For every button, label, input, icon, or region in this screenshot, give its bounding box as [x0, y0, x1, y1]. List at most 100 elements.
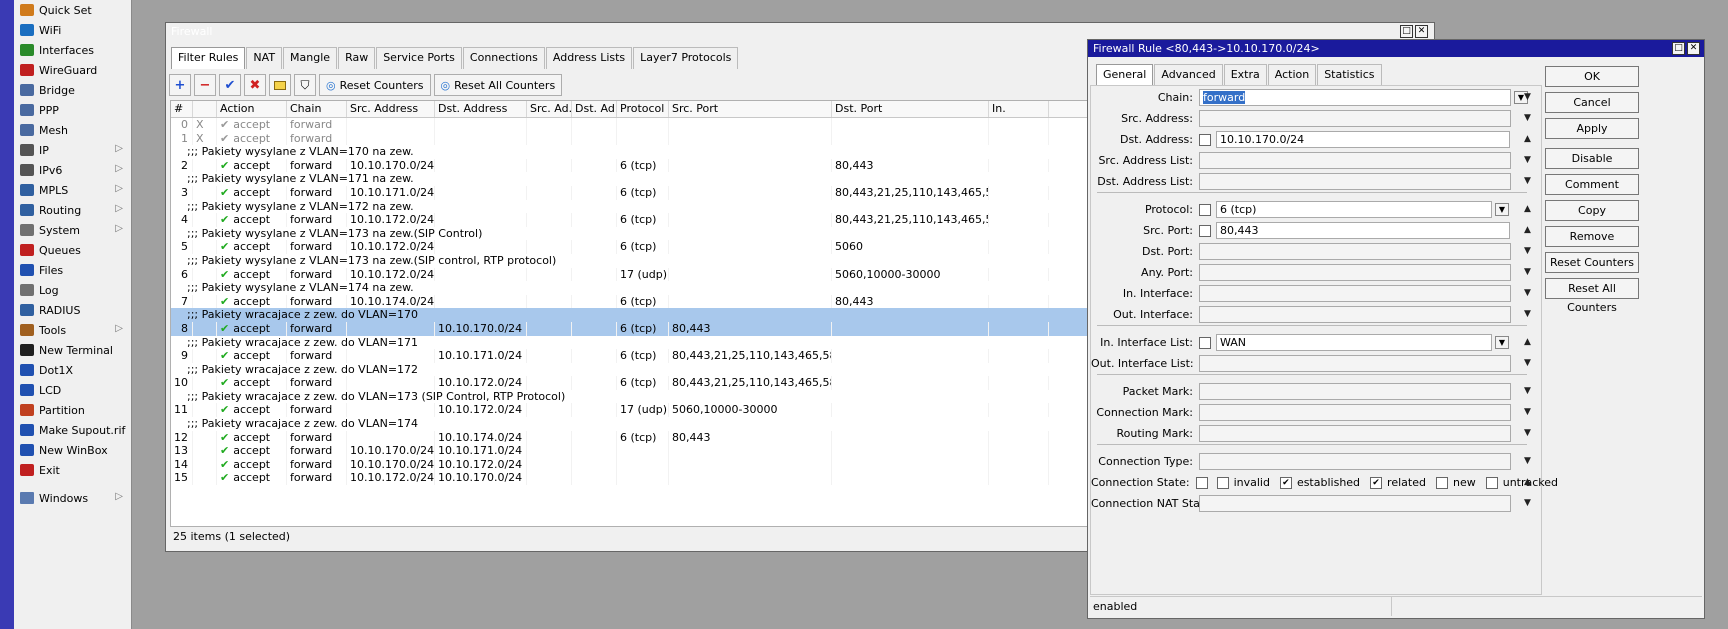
- column-header[interactable]: Src. Ad...: [527, 101, 572, 117]
- filter-button[interactable]: ⛉: [294, 74, 316, 96]
- src-address-field[interactable]: [1199, 110, 1511, 127]
- any-port-field[interactable]: [1199, 264, 1511, 281]
- expand-arrow-icon[interactable]: ▼: [1524, 288, 1531, 298]
- collapse-arrow-icon[interactable]: ▲: [1524, 337, 1531, 347]
- tab-address-lists[interactable]: Address Lists: [545, 47, 633, 69]
- expand-arrow-icon[interactable]: ▼: [1524, 267, 1531, 277]
- negate-dst-address-checkbox[interactable]: [1199, 133, 1211, 146]
- menu-item-mesh[interactable]: Mesh: [14, 120, 131, 140]
- menu-item-tools[interactable]: Tools ▷: [14, 320, 131, 340]
- enable-button[interactable]: ✔: [219, 74, 241, 96]
- rule-tab-action[interactable]: Action: [1267, 64, 1317, 86]
- negate-in-interface-list-checkbox[interactable]: [1199, 336, 1211, 349]
- expand-arrow-icon[interactable]: ▼: [1524, 456, 1531, 466]
- tab-connections[interactable]: Connections: [462, 47, 545, 69]
- column-header[interactable]: Src. Address: [347, 101, 435, 117]
- column-header[interactable]: [193, 101, 217, 117]
- tab-mangle[interactable]: Mangle: [283, 47, 338, 69]
- in-interface-list-field[interactable]: WAN: [1216, 334, 1492, 351]
- column-header[interactable]: Dst. Port: [832, 101, 989, 117]
- comment-button[interactable]: [269, 74, 291, 96]
- disable-button[interactable]: Disable: [1545, 148, 1639, 169]
- reset-all-counters-button[interactable]: Reset All Counters: [1545, 278, 1639, 314]
- menu-item-ipv6[interactable]: IPv6 ▷: [14, 160, 131, 180]
- in-interface-list-dropdown-icon[interactable]: ▼: [1495, 336, 1509, 349]
- disable-button[interactable]: ✖: [244, 74, 266, 96]
- rule-tab-general[interactable]: General: [1096, 64, 1154, 86]
- tab-layer7-protocols[interactable]: Layer7 Protocols: [633, 47, 739, 69]
- column-header[interactable]: In.: [989, 101, 1049, 117]
- menu-item-files[interactable]: Files: [14, 260, 131, 280]
- tab-raw[interactable]: Raw: [338, 47, 376, 69]
- expand-arrow-icon[interactable]: ▼: [1524, 386, 1531, 396]
- rule-maximize-button[interactable]: □: [1672, 42, 1685, 55]
- expand-arrow-icon[interactable]: ▼: [1524, 113, 1531, 123]
- close-button[interactable]: ✕: [1415, 25, 1428, 38]
- column-header[interactable]: Src. Port: [669, 101, 832, 117]
- comment-button[interactable]: Comment: [1545, 174, 1639, 195]
- reset-counters-button[interactable]: ◎ Reset Counters: [319, 74, 431, 96]
- maximize-button[interactable]: □: [1400, 25, 1413, 38]
- expand-arrow-icon[interactable]: ▼: [1524, 92, 1531, 102]
- menu-item-routing[interactable]: Routing ▷: [14, 200, 131, 220]
- routing-mark-field[interactable]: [1199, 425, 1511, 442]
- negate-checkbox[interactable]: [1195, 476, 1208, 489]
- negate-src-port-checkbox[interactable]: [1199, 224, 1211, 237]
- copy-button[interactable]: Copy: [1545, 200, 1639, 221]
- column-header[interactable]: Dst. Address: [435, 101, 527, 117]
- src-port-field[interactable]: 80,443: [1216, 222, 1510, 239]
- menu-item-bridge[interactable]: Bridge: [14, 80, 131, 100]
- menu-item-new-terminal[interactable]: New Terminal: [14, 340, 131, 360]
- negate-protocol-checkbox[interactable]: [1199, 203, 1211, 216]
- menu-item-lcd[interactable]: LCD: [14, 380, 131, 400]
- remove-button[interactable]: −: [194, 74, 216, 96]
- menu-item-mpls[interactable]: MPLS ▷: [14, 180, 131, 200]
- collapse-arrow-icon[interactable]: ▲: [1524, 225, 1531, 235]
- column-header[interactable]: Chain: [287, 101, 347, 117]
- expand-arrow-icon[interactable]: ▼: [1524, 358, 1531, 368]
- tab-filter-rules[interactable]: Filter Rules: [171, 47, 246, 69]
- protocol-dropdown-icon[interactable]: ▼: [1495, 203, 1509, 216]
- chain-field[interactable]: forward: [1199, 89, 1511, 106]
- menu-item-partition[interactable]: Partition: [14, 400, 131, 420]
- out-interface-list-field[interactable]: [1199, 355, 1511, 372]
- reset-counters-button[interactable]: Reset Counters: [1545, 252, 1639, 273]
- menu-item-log[interactable]: Log: [14, 280, 131, 300]
- apply-button[interactable]: Apply: [1545, 118, 1639, 139]
- menu-item-dot1x[interactable]: Dot1X: [14, 360, 131, 380]
- add-button[interactable]: +: [169, 74, 191, 96]
- rule-close-button[interactable]: ✕: [1687, 42, 1700, 55]
- ok-button[interactable]: OK: [1545, 66, 1639, 87]
- column-header[interactable]: #: [171, 101, 193, 117]
- menu-item-quick-set[interactable]: Quick Set: [14, 0, 131, 20]
- menu-item-system[interactable]: System ▷: [14, 220, 131, 240]
- menu-item-ppp[interactable]: PPP: [14, 100, 131, 120]
- menu-item-wifi[interactable]: WiFi: [14, 20, 131, 40]
- src-address-list-field[interactable]: [1199, 152, 1511, 169]
- connection-mark-field[interactable]: [1199, 404, 1511, 421]
- column-header[interactable]: Protocol: [617, 101, 669, 117]
- menu-item-exit[interactable]: Exit: [14, 460, 131, 480]
- dst-address-list-field[interactable]: [1199, 173, 1511, 190]
- menu-item-make-supout-rif[interactable]: Make Supout.rif: [14, 420, 131, 440]
- expand-arrow-icon[interactable]: ▼: [1524, 407, 1531, 417]
- state-established-checkbox[interactable]: ✔: [1279, 476, 1292, 489]
- connection-type-field[interactable]: [1199, 453, 1511, 470]
- menu-item-queues[interactable]: Queues: [14, 240, 131, 260]
- dst-port-field[interactable]: [1199, 243, 1511, 260]
- menu-item-new-winbox[interactable]: New WinBox: [14, 440, 131, 460]
- menu-item-windows[interactable]: Windows ▷: [14, 488, 131, 508]
- menu-item-interfaces[interactable]: Interfaces: [14, 40, 131, 60]
- in-interface-field[interactable]: [1199, 285, 1511, 302]
- rule-tab-advanced[interactable]: Advanced: [1154, 64, 1223, 86]
- menu-item-ip[interactable]: IP ▷: [14, 140, 131, 160]
- state-untracked-checkbox[interactable]: [1485, 476, 1498, 489]
- remove-button[interactable]: Remove: [1545, 226, 1639, 247]
- tab-nat[interactable]: NAT: [246, 47, 283, 69]
- state-related-checkbox[interactable]: ✔: [1370, 476, 1383, 489]
- out-interface-field[interactable]: [1199, 306, 1511, 323]
- column-header[interactable]: Dst. Ad...: [572, 101, 617, 117]
- reset-all-counters-button[interactable]: ◎ Reset All Counters: [433, 74, 563, 96]
- column-header[interactable]: Action: [217, 101, 287, 117]
- dst-address-field[interactable]: 10.10.170.0/24: [1216, 131, 1510, 148]
